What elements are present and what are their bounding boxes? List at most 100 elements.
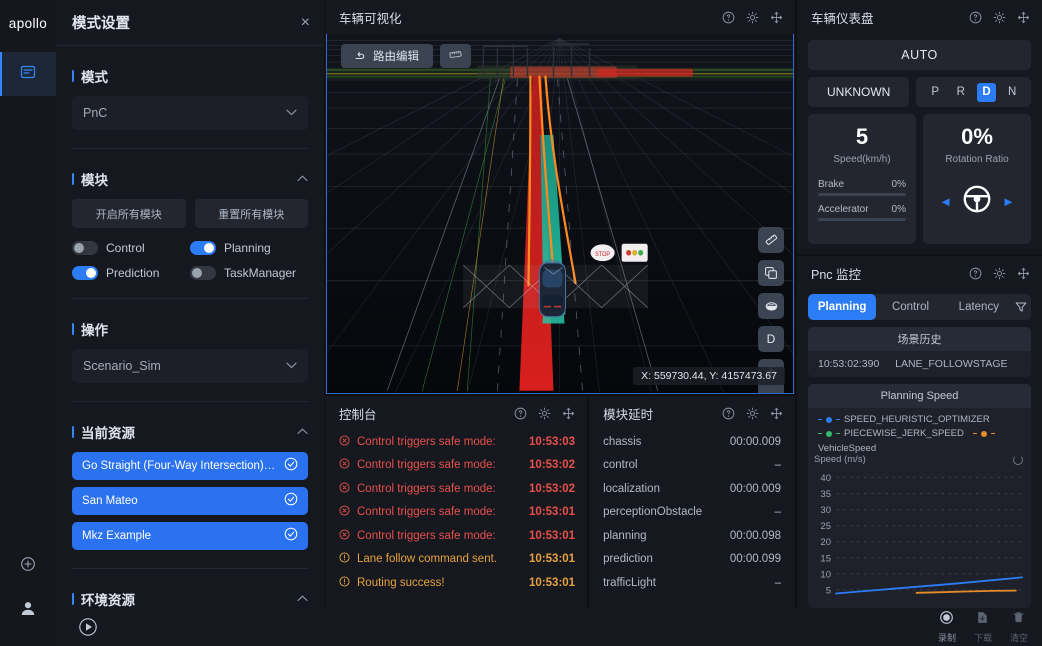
layers-icon-button[interactable] [758, 260, 784, 286]
panel-title: Pnc 监控 [811, 267, 862, 282]
accelerator-line: Accelerator 0% [818, 204, 906, 215]
tab-latency[interactable]: Latency [945, 294, 1013, 320]
clear-button[interactable]: 清空 [1010, 610, 1028, 644]
list-item[interactable]: San Mateo [72, 487, 308, 515]
expand-move-icon[interactable] [1017, 11, 1030, 24]
current-resource-list: Go Straight (Four-Way Intersection)_Pede… [72, 452, 308, 550]
module-toggle-planning[interactable]: Planning [190, 241, 308, 255]
table-row: perceptionObstacle – [603, 501, 781, 525]
view-3d-icon-button[interactable] [758, 293, 784, 319]
gear-icon[interactable] [993, 11, 1006, 24]
module-toggle-prediction[interactable]: Prediction [72, 266, 190, 280]
route-edit-tab[interactable]: 路由编辑 [341, 44, 433, 68]
panel-title: 控制台 [339, 407, 377, 422]
gear-p[interactable]: P [926, 83, 945, 102]
log-time: 10:53:02 [529, 459, 576, 472]
gear-letter-d-button[interactable]: D [758, 326, 784, 352]
gear-icon[interactable] [993, 267, 1006, 280]
gauge-row: 5 Speed(km/h) Brake 0% Accelerator 0% 0%… [808, 114, 1031, 244]
module-name: control [603, 459, 638, 472]
section-accent-bar [72, 426, 74, 438]
error-icon [339, 482, 350, 496]
gear-d[interactable]: D [976, 82, 996, 102]
3d-scene[interactable]: STOP 路由编辑 D X: 559730.44, Y: 4157473.67 [326, 34, 794, 394]
accelerator-label: Accelerator [818, 204, 869, 215]
expand-move-icon[interactable] [562, 407, 575, 420]
left-icon-rail: apollo [0, 0, 56, 646]
content-row: 模式设置 × 模式 PnC 模块 开启所有模块 重置所有模块 Control P… [56, 0, 1042, 608]
loading-spinner-icon [1013, 454, 1023, 465]
operation-select[interactable]: Scenario_Sim [72, 349, 308, 383]
gear-icon[interactable] [746, 407, 759, 420]
gear-icon[interactable] [746, 11, 759, 24]
brake-label: Brake [818, 179, 845, 190]
measure-tab[interactable] [440, 44, 471, 68]
table-row: prediction 00:00.099 [603, 548, 781, 572]
scenario-name: LANE_FOLLOW [895, 358, 973, 370]
chevron-up-icon[interactable] [297, 594, 308, 605]
y-tick-label: 5 [826, 585, 831, 596]
gear-n[interactable]: N [1003, 83, 1022, 102]
gear-icon[interactable] [538, 407, 551, 420]
mode-select-value: PnC [83, 106, 108, 120]
accelerator-value: 0% [891, 204, 906, 215]
list-item: Control triggers safe mode: 10:53:03 [339, 430, 575, 454]
record-label: 录制 [937, 633, 956, 643]
brake-value: 0% [891, 179, 906, 190]
expand-move-icon[interactable] [770, 11, 783, 24]
section-header-mode: 模式 [72, 66, 308, 86]
error-icon [339, 529, 350, 543]
zoom-out-button[interactable]: − [767, 389, 776, 393]
expand-move-icon[interactable] [770, 407, 783, 420]
tab-control[interactable]: Control [876, 294, 944, 320]
chevron-up-icon[interactable] [297, 427, 308, 438]
module-toggle-taskmanager[interactable]: TaskManager [190, 266, 308, 280]
log-message: Routing success! [357, 576, 445, 589]
help-icon[interactable] [969, 11, 982, 24]
latency-header: 模块延时 [589, 396, 795, 430]
expand-move-icon[interactable] [1017, 267, 1030, 280]
brake-bar [818, 193, 906, 196]
tab-planning[interactable]: Planning [808, 294, 877, 320]
log-time: 10:53:01 [529, 553, 576, 566]
profile-button[interactable] [0, 588, 56, 632]
mode-select[interactable]: PnC [72, 96, 308, 130]
toggle-switch[interactable] [72, 241, 98, 255]
latency-header-icons [722, 407, 783, 420]
sidebar-item-mode-settings[interactable] [0, 52, 56, 96]
legend-dash [972, 433, 977, 434]
help-icon[interactable] [722, 11, 735, 24]
chevron-up-icon[interactable] [297, 174, 308, 185]
toggle-switch[interactable] [72, 266, 98, 280]
start-all-modules-button[interactable]: 开启所有模块 [72, 199, 186, 228]
ruler-icon-button[interactable] [758, 227, 784, 253]
close-icon[interactable]: × [301, 14, 310, 31]
module-toggle-grid: Control Planning Prediction TaskManager [72, 241, 308, 280]
download-button[interactable]: 下载 [974, 610, 992, 644]
chart-svg: 5 10 15 20 25 30 35 40 [820, 473, 1023, 596]
reset-all-modules-button[interactable]: 重置所有模块 [194, 199, 308, 228]
record-button[interactable]: 录制 [938, 610, 956, 644]
gear-r[interactable]: R [951, 83, 970, 102]
help-icon[interactable] [722, 407, 735, 420]
play-circle-icon[interactable] [78, 617, 98, 637]
legend-label[interactable]: VehicleSpeed [818, 443, 876, 454]
legend-label[interactable]: PIECEWISE_JERK_SPEED [844, 428, 964, 439]
toggle-switch[interactable] [190, 241, 216, 255]
section-header-modules: 模块 [72, 169, 308, 189]
app-root: apollo 模式设置 × 模式 PnC 模块 开启所有模块 重置所有模块 Co… [0, 0, 1042, 646]
toggle-switch[interactable] [190, 266, 216, 280]
module-latency: 00:00.098 [729, 529, 781, 542]
list-item[interactable]: Mkz Example [72, 522, 308, 550]
rotation-gauge: 0% Rotation Ratio ◄ ► [923, 114, 1031, 244]
list-item[interactable]: Go Straight (Four-Way Intersection)_Pede… [72, 452, 308, 480]
filter-icon[interactable] [1013, 301, 1031, 313]
user-icon [19, 599, 37, 622]
module-toggle-control[interactable]: Control [72, 241, 190, 255]
panel-title: 车辆可视化 [339, 11, 402, 26]
legend-label[interactable]: SPEED_HEURISTIC_OPTIMIZER [844, 414, 990, 425]
help-icon[interactable] [969, 267, 982, 280]
help-icon[interactable] [514, 407, 527, 420]
add-button[interactable] [0, 544, 56, 588]
panel-title: 模块延时 [603, 407, 654, 422]
